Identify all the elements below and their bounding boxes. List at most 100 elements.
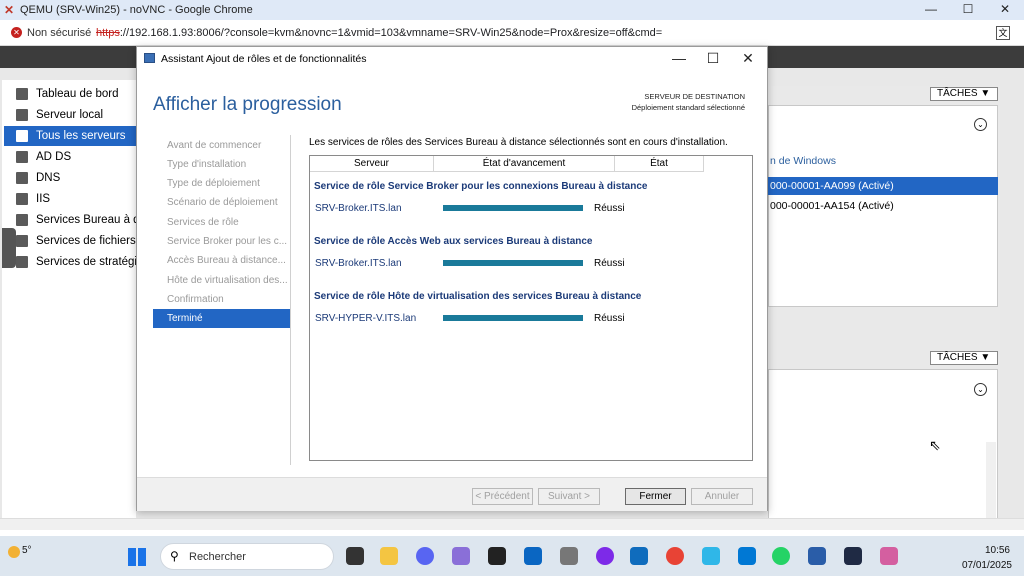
nav-item-local-server[interactable]: Serveur local (4, 105, 136, 125)
close-icon[interactable]: ✕ (740, 50, 756, 66)
file-services-icon (16, 235, 28, 247)
column-header: n de Windows (770, 155, 836, 167)
expand-icon[interactable]: ⌄ (974, 383, 987, 396)
vscode-icon[interactable] (738, 547, 756, 565)
maximize-icon[interactable]: ☐ (961, 2, 975, 16)
table-row-selected[interactable]: 000-00001-AA099 (Activé) (768, 177, 998, 195)
dns-icon (16, 172, 28, 184)
url-scheme: https (96, 27, 120, 39)
browser-title-bar: ✕ QEMU (SRV-Win25) - noVNC - Google Chro… (0, 0, 1024, 20)
translate-icon[interactable]: 文 (996, 26, 1010, 40)
page-title: Afficher la progression (153, 94, 342, 115)
step-web-access[interactable]: Accès Bureau à distance... (153, 251, 291, 270)
discord-icon[interactable] (416, 547, 434, 565)
wizard-icon (144, 53, 155, 63)
maximize-icon[interactable]: ☐ (705, 50, 721, 66)
snipping-tool-icon[interactable] (560, 547, 578, 565)
step-before-you-begin[interactable]: Avant de commencer (153, 136, 291, 155)
server-manager-nav: Tableau de bord Serveur local Tous les s… (2, 80, 136, 520)
events-scrollbar[interactable] (986, 442, 996, 518)
destination-label: SERVEUR DE DESTINATION (644, 92, 745, 101)
step-role-services[interactable]: Services de rôle (153, 213, 291, 232)
linkedin-icon[interactable] (524, 547, 542, 565)
step-finished[interactable]: Terminé (153, 309, 291, 328)
step-install-type[interactable]: Type d'installation (153, 155, 291, 174)
copilot-icon[interactable] (702, 547, 720, 565)
app-icon[interactable] (452, 547, 470, 565)
canva-icon[interactable] (596, 547, 614, 565)
dialog-title-bar: Assistant Ajout de rôles et de fonctionn… (137, 47, 767, 69)
url-text[interactable]: https://192.168.1.93:8006/?console=kvm&n… (96, 27, 662, 39)
app-icon[interactable] (844, 547, 862, 565)
search-label: Rechercher (189, 551, 246, 563)
status-text: Réussi (594, 203, 625, 214)
tasks-button-1[interactable]: TÂCHES ▼ (930, 87, 998, 101)
windows-start-icon[interactable] (128, 548, 146, 566)
group-title: Service de rôle Service Broker pour les … (314, 181, 648, 192)
windows-taskbar (0, 536, 1024, 576)
powershell-icon[interactable] (808, 547, 826, 565)
servers-icon (16, 130, 28, 142)
progress-bar (443, 260, 583, 266)
server-icon (16, 109, 28, 121)
close-icon[interactable]: ✕ (998, 2, 1012, 16)
step-service-broker[interactable]: Service Broker pour les c... (153, 232, 291, 251)
nav-item-dashboard[interactable]: Tableau de bord (4, 84, 136, 104)
clock-time[interactable]: 10:56 (985, 545, 1010, 556)
dashboard-icon (16, 88, 28, 100)
cancel-button[interactable]: Annuler (691, 488, 753, 505)
server-name: SRV-Broker.ITS.lan (315, 203, 402, 214)
nav-item-file-services[interactable]: Services de fichiers e (4, 231, 136, 251)
novnc-sidebar-handle[interactable] (2, 228, 16, 268)
step-confirmation[interactable]: Confirmation (153, 290, 291, 309)
dialog-title: Assistant Ajout de rôles et de fonctionn… (161, 53, 367, 65)
group-title: Service de rôle Accès Web aux services B… (314, 236, 593, 247)
not-secure-label[interactable]: Non sécurisé (27, 27, 91, 39)
policy-icon (16, 256, 28, 268)
server-name: SRV-Broker.ITS.lan (315, 258, 402, 269)
outlook-icon[interactable] (630, 547, 648, 565)
minimize-icon[interactable]: — (671, 50, 687, 66)
mouse-cursor-icon: ⇖ (929, 437, 941, 453)
nav-item-dns[interactable]: DNS (4, 168, 136, 188)
window-title: QEMU (SRV-Win25) - noVNC - Google Chrome (20, 4, 253, 16)
column-header-server[interactable]: Serveur (310, 156, 434, 172)
file-explorer-icon[interactable] (380, 547, 398, 565)
whatsapp-icon[interactable] (772, 547, 790, 565)
column-header-status[interactable]: État (615, 156, 704, 172)
weather-temp[interactable]: 5° (22, 545, 32, 556)
next-button[interactable]: Suivant > (538, 488, 600, 505)
column-header-progress[interactable]: État d'avancement (434, 156, 615, 172)
qemu-app-icon: ✕ (4, 3, 15, 17)
ad-ds-icon (16, 151, 28, 163)
step-deployment-type[interactable]: Type de déploiement (153, 174, 291, 193)
terminal-icon[interactable] (488, 547, 506, 565)
minimize-icon[interactable]: — (924, 2, 938, 16)
tasks-button-2[interactable]: TÂCHES ▼ (930, 351, 998, 365)
snipping-icon[interactable] (880, 547, 898, 565)
taskbar-search[interactable]: ⚲ Rechercher (160, 543, 334, 570)
address-bar[interactable]: ✕ Non sécurisé https://192.168.1.93:8006… (0, 20, 1024, 46)
nav-item-rds[interactable]: Services Bureau à dis (4, 210, 136, 230)
horizontal-scrollbar[interactable] (0, 518, 1024, 530)
nav-item-iis[interactable]: IIS (4, 189, 136, 209)
step-virtualization-host[interactable]: Hôte de virtualisation des... (153, 271, 291, 290)
progress-bar (443, 315, 583, 321)
expand-icon[interactable]: ⌄ (974, 118, 987, 131)
close-button[interactable]: Fermer (625, 488, 686, 505)
status-text: Réussi (594, 313, 625, 324)
clock-date[interactable]: 07/01/2025 (962, 560, 1012, 571)
nav-item-all-servers[interactable]: Tous les serveurs (4, 126, 136, 146)
task-view-icon[interactable] (346, 547, 364, 565)
rds-icon (16, 214, 28, 226)
chrome-icon[interactable] (666, 547, 684, 565)
divider (290, 135, 291, 465)
iis-icon (16, 193, 28, 205)
nav-item-ad-ds[interactable]: AD DS (4, 147, 136, 167)
table-row[interactable]: 000-00001-AA154 (Activé) (770, 200, 894, 212)
url-rest: ://192.168.1.93:8006/?console=kvm&novnc=… (119, 27, 663, 39)
step-deployment-scenario[interactable]: Scénario de déploiement (153, 193, 291, 212)
previous-button[interactable]: < Précédent (472, 488, 533, 505)
nav-item-policy-services[interactable]: Services de stratégie (4, 252, 136, 272)
weather-icon[interactable] (8, 546, 20, 558)
